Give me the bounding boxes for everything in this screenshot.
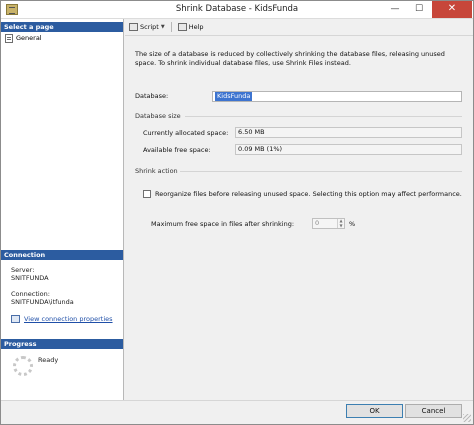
- script-label: Script: [140, 23, 159, 31]
- currently-allocated-field: 6.50 MB: [235, 127, 462, 138]
- max-free-space-label: Maximum free space in files after shrink…: [151, 220, 295, 228]
- minimize-button[interactable]: —: [384, 1, 406, 18]
- max-free-space-stepper[interactable]: 0 ▲ ▼: [312, 218, 345, 229]
- connection-header: Connection: [1, 250, 123, 260]
- toolbar: Script ▼ Help: [125, 19, 473, 36]
- cancel-button[interactable]: Cancel: [405, 404, 462, 418]
- stepper-arrows-icon[interactable]: ▲ ▼: [337, 218, 344, 228]
- page-icon: [5, 33, 13, 43]
- currently-allocated-value: 6.50 MB: [238, 128, 265, 136]
- help-button[interactable]: Help: [177, 23, 204, 31]
- available-free-field: 0.09 MB (1%): [235, 144, 462, 155]
- page-item-general[interactable]: General: [5, 33, 42, 43]
- connection-label: Connection:: [11, 290, 50, 298]
- reorganize-checkbox[interactable]: [143, 190, 151, 198]
- shrink-description: The size of a database is reduced by col…: [135, 50, 445, 67]
- page-item-label: General: [16, 34, 42, 42]
- currently-allocated-label: Currently allocated space:: [143, 129, 229, 137]
- database-value: KidsFunda: [215, 92, 253, 101]
- left-pane: Select a page General Connection Server:…: [1, 19, 124, 400]
- dialog-button-bar: OK Cancel: [1, 400, 473, 424]
- available-free-value: 0.09 MB (1%): [238, 145, 283, 153]
- right-pane: Script ▼ Help The size of a database is …: [125, 19, 473, 400]
- progress-header: Progress: [1, 339, 123, 349]
- max-free-space-unit: %: [349, 220, 356, 228]
- server-value: SNITFUNDA: [11, 274, 49, 282]
- ok-button[interactable]: OK: [346, 404, 403, 418]
- connection-properties-icon: [11, 315, 20, 323]
- view-connection-properties-link[interactable]: View connection properties: [11, 315, 113, 323]
- script-icon: [129, 23, 138, 31]
- database-size-divider: [185, 116, 462, 117]
- title-bar: Shrink Database - KidsFunda — ☐ ✕: [1, 1, 473, 19]
- max-free-space-value: 0: [315, 219, 320, 227]
- database-size-header: Database size: [135, 112, 181, 120]
- database-label: Database:: [135, 92, 169, 100]
- shrink-action-header: Shrink action: [135, 167, 178, 175]
- reorganize-label: Reorganize files before releasing unused…: [155, 190, 462, 198]
- progress-spinner-icon: [13, 356, 33, 376]
- server-label: Server:: [11, 266, 35, 274]
- database-field[interactable]: KidsFunda: [212, 91, 462, 102]
- toolbar-separator: [170, 22, 172, 32]
- select-page-header: Select a page: [1, 22, 123, 32]
- help-icon: [177, 23, 187, 31]
- help-label: Help: [188, 23, 204, 31]
- progress-status: Ready: [38, 356, 59, 364]
- close-button[interactable]: ✕: [432, 1, 472, 18]
- script-button[interactable]: Script ▼: [129, 23, 165, 31]
- shrink-action-divider: [180, 171, 462, 172]
- view-connection-properties-text: View connection properties: [24, 315, 113, 323]
- connection-value: SNITFUNDA\itfunda: [11, 298, 74, 306]
- chevron-down-icon: ▼: [160, 24, 165, 30]
- maximize-button[interactable]: ☐: [408, 1, 430, 18]
- resize-grip-icon[interactable]: [463, 414, 471, 422]
- shrink-database-dialog: Shrink Database - KidsFunda — ☐ ✕ Select…: [0, 0, 474, 425]
- available-free-label: Available free space:: [143, 146, 211, 154]
